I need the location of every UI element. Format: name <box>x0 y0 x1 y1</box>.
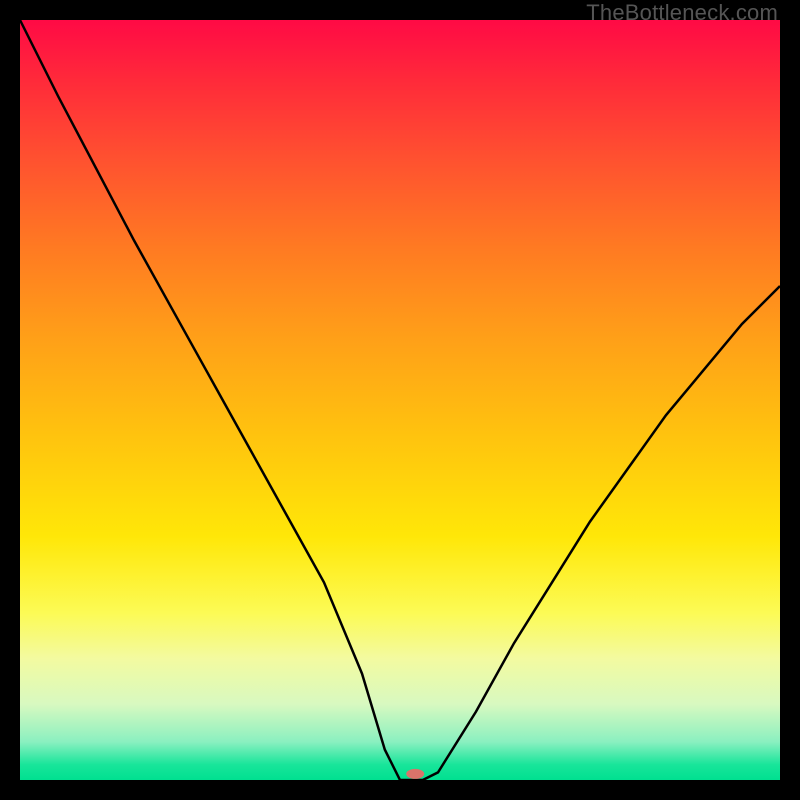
chart-overlay <box>20 20 780 780</box>
chart-frame: TheBottleneck.com <box>0 0 800 800</box>
watermark-text: TheBottleneck.com <box>586 0 778 26</box>
curve-line <box>20 20 780 780</box>
marker-dot <box>406 769 424 779</box>
